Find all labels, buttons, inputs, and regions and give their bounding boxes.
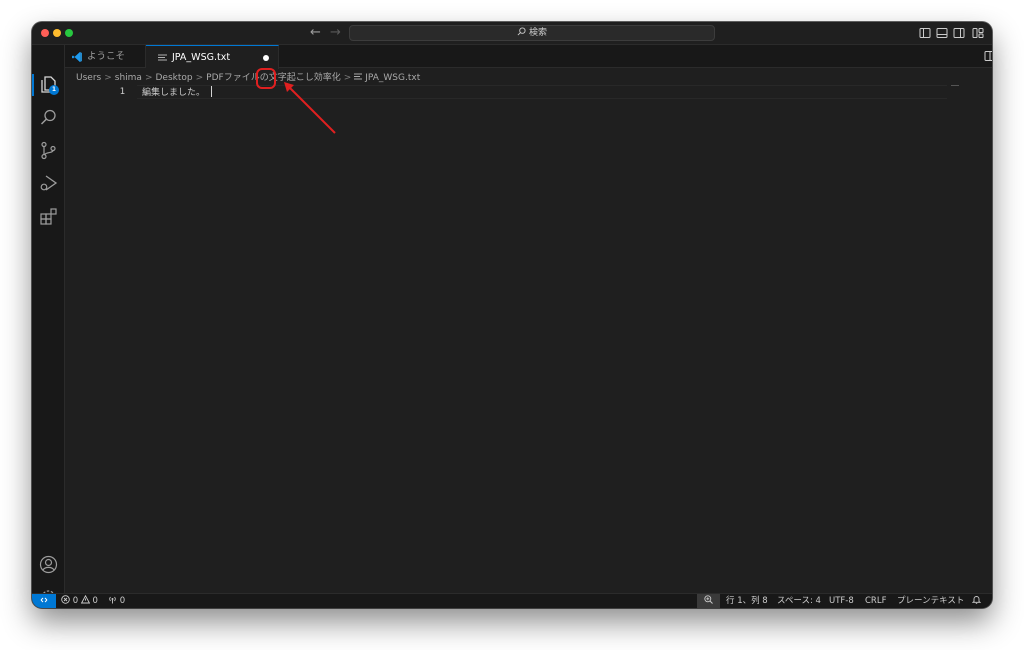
warning-icon: [80, 595, 90, 604]
close-window-button[interactable]: [41, 29, 49, 37]
accounts-button[interactable]: [39, 555, 58, 574]
breadcrumb-item[interactable]: Users: [76, 73, 101, 83]
chevron-right-icon: >: [104, 73, 112, 83]
split-editor-icon[interactable]: [984, 50, 992, 62]
remote-icon: [40, 597, 48, 603]
vscode-window: ← → 検索 1 ようこそ JPA_WSG.txt Users > shima …: [32, 22, 992, 608]
account-icon: [39, 555, 58, 574]
minimap[interactable]: [951, 85, 959, 86]
chevron-right-icon: >: [343, 73, 352, 83]
warning-count: 0: [92, 596, 98, 606]
source-control-button[interactable]: [39, 141, 58, 160]
arrow-right-icon[interactable]: →: [330, 25, 341, 41]
chevron-right-icon: >: [144, 73, 153, 83]
ports-count: 0: [119, 596, 126, 606]
breadcrumb-item[interactable]: JPA_WSG.txt: [365, 73, 420, 83]
breadcrumb-item[interactable]: shima: [115, 73, 142, 83]
title-bar: ← → 検索: [32, 22, 992, 45]
source-control-icon: [41, 141, 56, 160]
annotation-highlight-box: [256, 68, 276, 89]
search-icon: [517, 27, 526, 36]
notifications-button[interactable]: [972, 594, 981, 608]
search-icon: [40, 109, 56, 125]
active-view-indicator: [32, 74, 34, 96]
annotation-arrow-icon: [284, 82, 336, 134]
search-view-button[interactable]: [39, 108, 58, 127]
chevron-right-icon: >: [195, 73, 204, 83]
tab-welcome-label: ようこそ: [87, 51, 126, 62]
breadcrumb-item[interactable]: Desktop: [155, 73, 192, 83]
tab-jpa-wsg-txt[interactable]: JPA_WSG.txt: [146, 45, 279, 69]
toggle-primary-sidebar-icon[interactable]: [919, 27, 931, 39]
text-file-icon: [158, 54, 167, 61]
problems-status[interactable]: 0 0: [61, 594, 98, 608]
error-icon: [61, 595, 70, 604]
ports-status[interactable]: 0: [108, 594, 125, 608]
minimize-window-button[interactable]: [53, 29, 61, 37]
editor-line[interactable]: 編集しました。: [142, 86, 213, 99]
extensions-icon: [40, 208, 57, 225]
end-of-line-status[interactable]: CRLF: [865, 594, 886, 608]
run-debug-icon: [40, 175, 58, 191]
toggle-panel-icon[interactable]: [936, 27, 948, 39]
command-center-search[interactable]: 検索: [349, 25, 715, 41]
text-file-icon: [354, 73, 363, 80]
command-center-label: 検索: [528, 28, 547, 38]
breadcrumb: Users > shima > Desktop > PDFファイルの文字起こし効率化 > JPA…: [76, 71, 420, 85]
vscode-logo-icon: [72, 52, 82, 62]
editor-line-text: 編集しました。: [142, 88, 206, 98]
indentation-status[interactable]: スペース: 4: [777, 594, 821, 608]
unsaved-changes-dot-icon[interactable]: [263, 55, 269, 61]
zoom-button[interactable]: [697, 594, 720, 608]
run-and-debug-button[interactable]: [39, 174, 58, 193]
tab-welcome[interactable]: ようこそ: [65, 45, 146, 68]
status-bar: 0 0 0 行 1、列 8 スペース: 4 UTF-8 CRLF プレーンテキス…: [32, 593, 992, 608]
encoding-status[interactable]: UTF-8: [829, 594, 854, 608]
line-number: 1: [119, 87, 125, 97]
zoom-in-icon: [704, 595, 713, 604]
toggle-secondary-sidebar-icon[interactable]: [953, 27, 965, 39]
tab-file-label: JPA_WSG.txt: [172, 52, 231, 63]
customize-layout-icon[interactable]: [972, 27, 984, 39]
explorer-badge: 1: [49, 85, 59, 95]
bell-icon: [972, 596, 981, 604]
cursor-position-status[interactable]: 行 1、列 8: [726, 594, 768, 608]
broadcast-icon: [109, 596, 116, 604]
editor-tab-bar: ようこそ JPA_WSG.txt ···: [65, 45, 992, 69]
text-cursor: [211, 86, 213, 97]
language-mode-status[interactable]: プレーンテキスト: [897, 594, 964, 608]
remote-indicator-button[interactable]: [32, 594, 56, 608]
explorer-button[interactable]: 1: [39, 75, 59, 95]
activity-bar: 1: [32, 45, 65, 606]
error-count: 0: [72, 596, 79, 606]
text-editor[interactable]: 1 編集しました。: [65, 85, 992, 593]
zoom-window-button[interactable]: [65, 29, 73, 37]
extensions-button[interactable]: [39, 207, 58, 226]
arrow-left-icon[interactable]: ←: [310, 25, 321, 41]
